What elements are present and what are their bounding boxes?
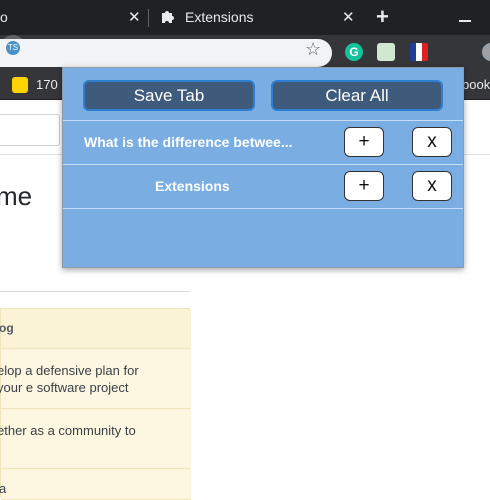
tab-title: o bbox=[0, 9, 8, 25]
grammarly-extension-icon[interactable]: G bbox=[345, 43, 363, 61]
row-divider bbox=[63, 120, 463, 121]
profile-avatar[interactable] bbox=[482, 43, 490, 61]
saved-tab-title[interactable]: What is the difference betwee... bbox=[84, 134, 293, 154]
close-tab-icon[interactable]: ✕ bbox=[342, 8, 355, 26]
blog-link[interactable]: a bbox=[0, 470, 191, 500]
section-divider bbox=[0, 291, 190, 292]
blog-link[interactable]: elop a defensive plan for your e softwar… bbox=[0, 350, 191, 409]
clear-all-button[interactable]: Clear All bbox=[271, 80, 443, 111]
blog-link[interactable]: ether as a community to bbox=[0, 410, 191, 469]
browser-toolbar: ☆ G TS bbox=[0, 35, 490, 70]
tab-saver-glyph: TS bbox=[6, 41, 20, 55]
browser-tab-extensions[interactable]: Extensions ✕ bbox=[149, 0, 364, 35]
save-tab-button[interactable]: Save Tab bbox=[83, 80, 255, 111]
remove-tab-button[interactable]: x bbox=[412, 127, 452, 157]
checklist-extension-icon[interactable] bbox=[377, 43, 395, 61]
flag-extension-icon[interactable] bbox=[410, 43, 428, 61]
browser-tab-1[interactable]: o ✕ bbox=[0, 0, 148, 35]
row-divider bbox=[63, 208, 463, 209]
puzzle-icon bbox=[162, 11, 174, 23]
bookmark-favicon-icon bbox=[12, 77, 28, 93]
tab-title: Extensions bbox=[185, 9, 254, 25]
row-divider bbox=[63, 164, 463, 165]
bookmark-item[interactable]: book bbox=[462, 77, 490, 92]
blog-link-text: ether as a community to bbox=[0, 423, 136, 438]
open-tab-button[interactable]: + bbox=[344, 171, 384, 201]
new-tab-button[interactable]: + bbox=[376, 5, 389, 29]
bookmark-star-icon[interactable]: ☆ bbox=[305, 39, 321, 59]
page-heading: me bbox=[0, 181, 33, 211]
saved-tab-title[interactable]: Extensions bbox=[155, 178, 230, 198]
blog-header-label: og bbox=[0, 321, 14, 335]
bookmark-item[interactable]: 170 bbox=[36, 77, 58, 92]
blog-link-text: elop a defensive plan for your e softwar… bbox=[0, 363, 139, 395]
close-tab-icon[interactable]: ✕ bbox=[128, 8, 141, 26]
site-search-input[interactable] bbox=[0, 114, 60, 146]
blog-sidebar: og elop a defensive plan for your e soft… bbox=[0, 308, 191, 500]
open-tab-button[interactable]: + bbox=[344, 127, 384, 157]
minimize-icon[interactable] bbox=[459, 20, 471, 22]
extension-popup: Save Tab Clear All What is the differenc… bbox=[62, 67, 464, 268]
tab-strip: o ✕ Extensions ✕ + bbox=[0, 0, 490, 35]
blog-header: og bbox=[0, 309, 191, 349]
blog-link-text: a bbox=[0, 481, 7, 496]
remove-tab-button[interactable]: x bbox=[412, 171, 452, 201]
address-bar[interactable] bbox=[0, 39, 332, 67]
